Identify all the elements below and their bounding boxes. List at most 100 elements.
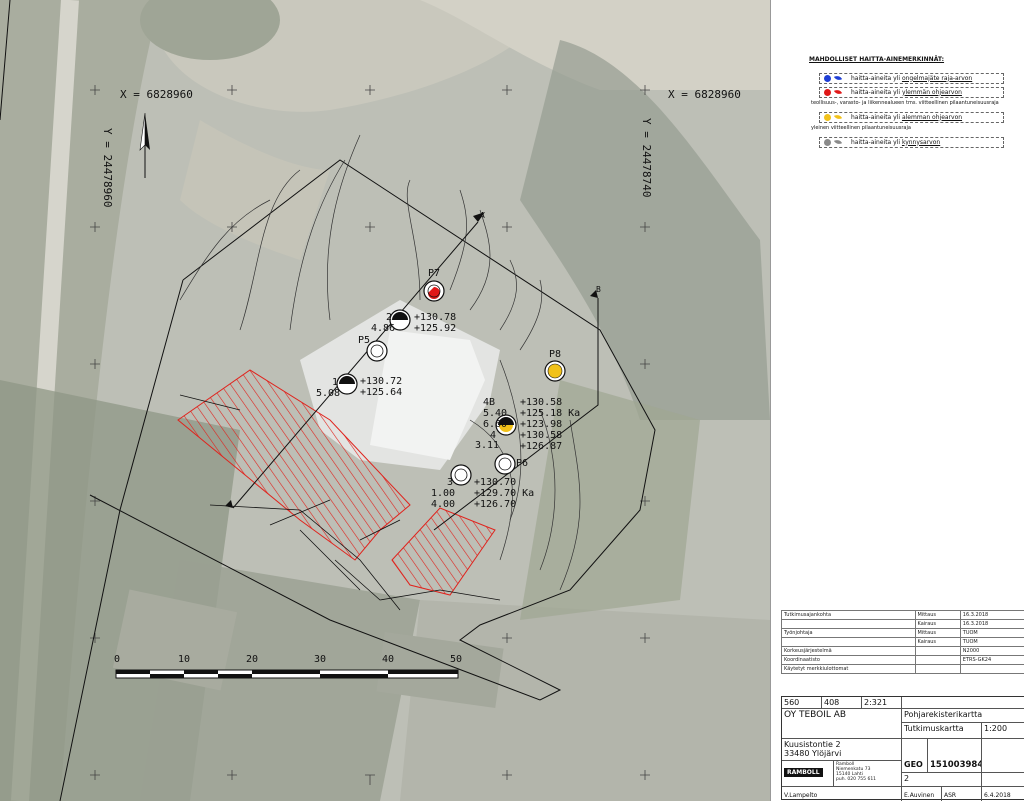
tb-client: OY TEBOIL AB bbox=[784, 710, 847, 720]
legend-title: MAHDOLLISET HAITTA-AINEMERKINNÄT: bbox=[809, 56, 945, 63]
tb-date: 6.4.2018 bbox=[984, 792, 1011, 799]
info-sub-5 bbox=[914, 655, 961, 665]
legend-row-0-link: ongelmajäte raja-arvon bbox=[901, 74, 973, 82]
map-svg: A B X = 6828960 X = 6828960 Y = 24478960… bbox=[0, 0, 770, 801]
section-label-a: A bbox=[480, 211, 485, 220]
well3-right-2: +126.70 bbox=[474, 499, 516, 510]
tb-company-phone: puh. 020 755 611 bbox=[836, 777, 877, 782]
tb-code1: 560 bbox=[784, 698, 800, 707]
info-sub-4 bbox=[914, 646, 961, 656]
info-label-6: Käytetyt merkkiulottomat bbox=[781, 664, 916, 674]
legend-row-1-link: ylemmän ohjearvon bbox=[901, 88, 962, 96]
sample-point-p5 bbox=[366, 340, 388, 362]
info-label-0: Tutkimusajankohta bbox=[781, 610, 916, 620]
red-leaf-icon bbox=[833, 87, 843, 97]
info-value-1: 16.3.2018 bbox=[959, 619, 1024, 629]
blue-dot-icon bbox=[824, 74, 831, 82]
sample-point-p6 bbox=[494, 453, 516, 475]
legend-panel: MAHDOLLISET HAITTA-AINEMERKINNÄT: haitta… bbox=[770, 0, 1024, 801]
tb-address-1: Kuusistontie 2 bbox=[784, 740, 841, 749]
info-label-2: Työnjohtaja bbox=[781, 628, 916, 638]
info-label-1 bbox=[781, 619, 916, 629]
well2-top: +130.78 bbox=[414, 312, 456, 323]
info-value-4: N2000 bbox=[959, 646, 1024, 656]
tb-drawing-type: Tutkimuskartta bbox=[904, 724, 964, 733]
coord-y-left: Y = 24478960 bbox=[101, 128, 114, 207]
legend-row-1-prefix: haitta-aineita yli bbox=[851, 88, 902, 96]
info-sub-1: Kairaus bbox=[914, 619, 961, 629]
tb-checker: E.Auvinen bbox=[904, 792, 935, 799]
well4-right-3: +130.58 bbox=[520, 430, 562, 441]
coord-x-right: X = 6828960 bbox=[668, 88, 741, 101]
well4-right-1: +125.18 Ka bbox=[520, 408, 580, 419]
point-label-p5: P5 bbox=[358, 335, 370, 346]
tb-sheet: 2 bbox=[904, 774, 910, 783]
well4-right-0: +130.58 bbox=[520, 397, 562, 408]
tb-address-2: 33480 Ylöjärvi bbox=[784, 749, 842, 758]
well3-left-1: 4.00 bbox=[431, 499, 455, 510]
info-value-6 bbox=[959, 664, 1024, 674]
well1-depth: 5.08 bbox=[316, 388, 340, 399]
yellow-leaf-icon bbox=[833, 112, 843, 122]
scale-label-50: 50 bbox=[450, 654, 462, 665]
info-label-3 bbox=[781, 637, 916, 647]
info-value-2: TUOM bbox=[959, 628, 1024, 638]
legend: MAHDOLLISET HAITTA-AINEMERKINNÄT: haitta… bbox=[809, 56, 1021, 149]
scale-bar bbox=[115, 669, 459, 679]
survey-info-table: Tutkimusajankohta Mittaus 16.3.2018 Kairau… bbox=[781, 610, 1024, 674]
well3-right-1: +129.70 Ka bbox=[474, 488, 534, 499]
legend-row-threshold: haitta-aineita yli kynnysarvon bbox=[809, 135, 1021, 149]
well3-id: 3 bbox=[447, 477, 453, 488]
info-value-0: 16.3.2018 bbox=[959, 610, 1024, 620]
legend-row-3-prefix: haitta-aineita yli bbox=[851, 138, 902, 146]
map-area: A B X = 6828960 X = 6828960 Y = 24478960… bbox=[0, 0, 770, 801]
info-label-5: Koordinaatisto bbox=[781, 655, 916, 665]
tb-designer: V.Lampelto bbox=[784, 792, 818, 799]
well3-left-0: 1.00 bbox=[431, 488, 455, 499]
well-point-3 bbox=[450, 464, 472, 486]
info-value-5: ETRS-GK24 bbox=[959, 655, 1024, 665]
well1-top: +130.72 bbox=[360, 376, 402, 387]
legend-note-industry: teollisuus-, varasto- ja liikennealueen … bbox=[811, 100, 999, 106]
well2-depth: 4.86 bbox=[371, 323, 395, 334]
scale-label-30: 30 bbox=[314, 654, 326, 665]
tb-code3: 2:321 bbox=[864, 698, 888, 707]
coord-y-right: Y = 24478740 bbox=[640, 118, 653, 197]
title-block: 560 408 2:321 OY TEBOIL AB Pohjarekister… bbox=[781, 696, 1024, 801]
legend-row-upper: haitta-aineita yli ylemmän ohjearvon bbox=[809, 85, 1021, 99]
tb-project-no: 1510039846 bbox=[930, 760, 981, 770]
well2-id: 2 bbox=[386, 312, 392, 323]
red-dot-icon bbox=[824, 88, 831, 96]
point-label-p6: P6 bbox=[516, 458, 528, 469]
well4-id: 4B bbox=[483, 397, 495, 408]
gray-dot-icon bbox=[824, 138, 831, 146]
well2-bottom: +125.92 bbox=[414, 323, 456, 334]
scale-label-0: 0 bbox=[114, 654, 120, 665]
well3-right-0: +130.70 bbox=[474, 477, 516, 488]
info-sub-0: Mittaus bbox=[914, 610, 961, 620]
well4-left-0: 5.40 bbox=[483, 408, 507, 419]
tb-approver: ASR bbox=[944, 792, 957, 799]
tb-drawing-title: Pohjarekisterikartta bbox=[904, 710, 983, 719]
info-sub-3: Kairaus bbox=[914, 637, 961, 647]
legend-note-general: yleinen viitteellinen pilaantuneisuusraj… bbox=[811, 125, 911, 131]
info-sub-6 bbox=[914, 664, 961, 674]
info-value-3: TUOM bbox=[959, 637, 1024, 647]
well4-right-4: +126.87 bbox=[520, 441, 562, 452]
tb-scale: 1:200 bbox=[984, 724, 1008, 733]
well4-left-1: 6.60 bbox=[483, 419, 507, 430]
well1-id: 1 bbox=[332, 377, 338, 388]
tb-code2: 408 bbox=[824, 698, 840, 707]
info-label-4: Korkeusjärjestelmä bbox=[781, 646, 916, 656]
blue-leaf-icon bbox=[833, 73, 843, 83]
tb-logo: RAMBOLL bbox=[784, 768, 823, 777]
legend-row-lower: haitta-aineita yli alemman ohjearvon bbox=[809, 110, 1021, 124]
well1-bottom: +125.64 bbox=[360, 387, 402, 398]
gray-leaf-icon bbox=[833, 137, 843, 147]
scale-label-20: 20 bbox=[246, 654, 258, 665]
point-label-p7: P7 bbox=[428, 268, 440, 279]
scale-label-40: 40 bbox=[382, 654, 394, 665]
coord-x-left: X = 6828960 bbox=[120, 88, 193, 101]
well4-right-2: +123.98 bbox=[520, 419, 562, 430]
point-label-p8: P8 bbox=[549, 349, 561, 360]
